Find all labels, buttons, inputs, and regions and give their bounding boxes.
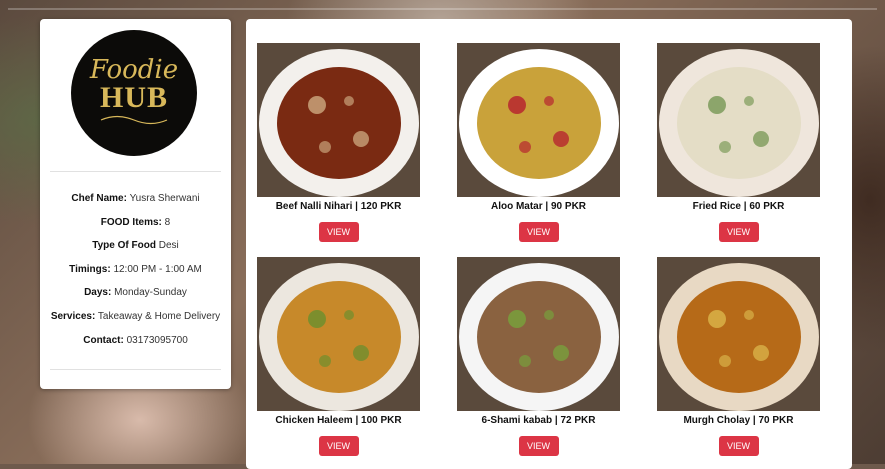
chef-info-value: 8 [164,216,171,228]
chef-info-value: Desi [158,240,179,252]
food-caption: Chicken Haleem | 100 PKR [275,415,402,426]
chef-info-card: Foodie HUB Chef Name: Yusra Sherwani FOOD… [40,19,231,389]
chef-details: Chef Name: Yusra Sherwani FOOD Items: 8 Ty… [40,193,231,358]
view-button[interactable]: VIEW [318,222,359,242]
foodie-hub-logo: Foodie HUB [71,30,197,156]
logo-word-foodie: Foodie [89,55,179,85]
chef-info-value: Takeaway & Home Delivery [97,310,221,322]
food-card: 6-Shami kabab | 72 PKR VIEW [457,257,620,456]
view-button[interactable]: VIEW [518,222,559,242]
view-button[interactable]: VIEW [718,222,759,242]
food-card: Fried Rice | 60 PKR VIEW [657,43,820,242]
nihari-dish [257,43,420,197]
view-button[interactable]: VIEW [518,436,559,456]
food-card: Beef Nalli Nihari | 120 PKR VIEW [257,43,420,242]
view-button[interactable]: VIEW [318,436,359,456]
logo-swirl-icon [100,115,168,125]
food-card: Chicken Haleem | 100 PKR VIEW [257,257,420,456]
chef-info-label: FOOD Items: [100,216,162,228]
chef-info-label: Days: [84,287,112,299]
chef-info-label: Contact: [83,334,124,346]
chef-info-row: Timings: 12:00 PM - 1:00 AM [40,264,231,288]
chef-info-row: Chef Name: Yusra Sherwani [40,193,231,217]
fried-rice-dish [657,43,820,197]
shami-kabab-dish [457,257,620,411]
chef-info-label: Chef Name: [71,193,127,204]
chef-info-row: Services: Takeaway & Home Delivery [40,311,231,335]
chef-info-row: Contact: 03173095700 [40,335,231,359]
logo-word-hub: HUB [99,81,168,114]
food-caption: Aloo Matar | 90 PKR [490,201,587,212]
food-caption: 6-Shami kabab | 72 PKR [481,415,596,426]
cholay-dish [657,257,820,411]
haleem-dish [257,257,420,411]
food-caption: Murgh Cholay | 70 PKR [683,415,794,426]
chef-info-row: Type Of Food Desi [40,240,231,264]
food-caption: Beef Nalli Nihari | 120 PKR [275,201,402,212]
chef-info-value: Yusra Sherwani [129,193,200,204]
chef-info-row: Days: Monday-Sunday [40,287,231,311]
chef-info-label: Type Of Food [92,240,156,252]
food-card: Murgh Cholay | 70 PKR VIEW [657,257,820,456]
food-caption: Fried Rice | 60 PKR [692,201,785,212]
divider-bottom [50,369,221,370]
chef-info-label: Services: [50,310,96,322]
aloo-matar-dish [457,43,620,197]
chef-info-value: 12:00 PM - 1:00 AM [113,263,202,275]
food-grid: Beef Nalli Nihari | 120 PKR VIEW Aloo Mata… [246,19,852,469]
chef-info-row: FOOD Items: 8 [40,217,231,241]
chef-info-value: 03173095700 [126,334,188,346]
chef-info-label: Timings: [69,263,111,275]
chef-info-value: Monday-Sunday [114,287,187,299]
view-button[interactable]: VIEW [718,436,759,456]
food-card: Aloo Matar | 90 PKR VIEW [457,43,620,242]
divider-top [50,171,221,172]
